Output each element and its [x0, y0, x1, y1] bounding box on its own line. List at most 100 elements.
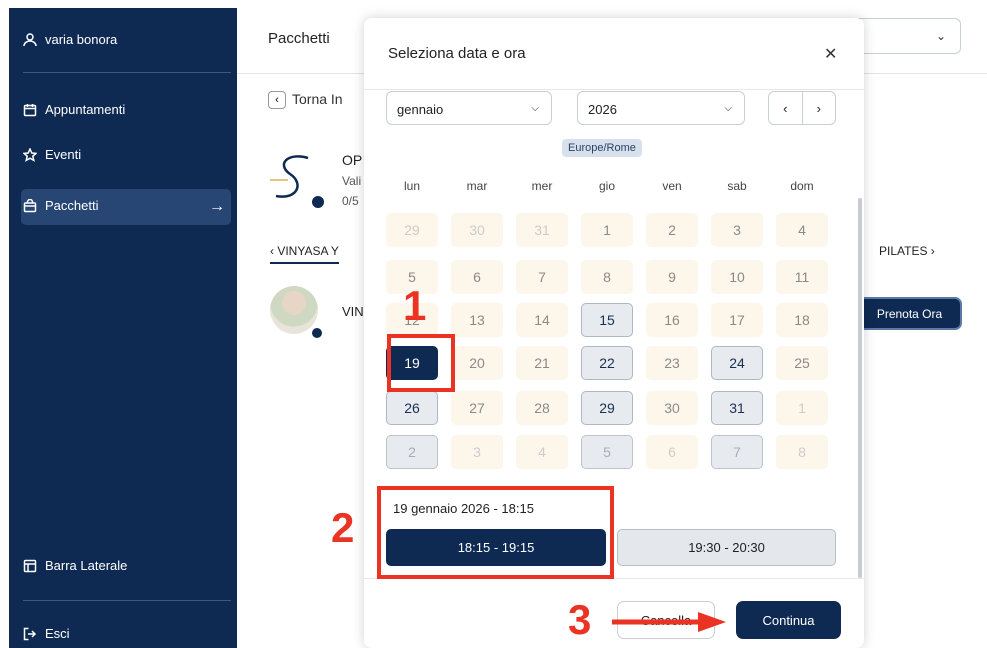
calendar-day[interactable]: 7: [711, 435, 763, 469]
calendar-day: 28: [516, 391, 568, 425]
page-title: Pacchetti: [268, 30, 330, 47]
arrow-right-icon: →: [209, 198, 225, 215]
calendar-day: 30: [451, 213, 503, 247]
calendar-day: 4: [776, 213, 828, 247]
sidebar-item-label: Appuntamenti: [45, 102, 126, 117]
prev-month-button[interactable]: ‹: [769, 92, 802, 124]
logout-button[interactable]: Esci: [23, 626, 70, 641]
month-select[interactable]: gennaio ⌵: [386, 91, 552, 125]
time-slot[interactable]: 19:30 - 20:30: [617, 529, 836, 566]
user-icon: [23, 32, 37, 46]
tab-label: VINYASA Y: [277, 244, 339, 258]
calendar-day: 1: [581, 213, 633, 247]
calendar-day: 11: [776, 260, 828, 294]
calendar-day[interactable]: 24: [711, 346, 763, 380]
sidebar-item-eventi[interactable]: Eventi: [23, 147, 81, 162]
tab-label: PILATES: [879, 244, 928, 258]
calendar-day[interactable]: 29: [581, 391, 633, 425]
calendar-day: 10: [711, 260, 763, 294]
sidebar-divider: [23, 600, 231, 601]
sidebar-toggle[interactable]: Barra Laterale: [23, 558, 127, 573]
calendar-day: 31: [516, 213, 568, 247]
chevron-right-icon: ›: [816, 100, 821, 116]
calendar-day: 8: [776, 435, 828, 469]
class-name: VIN: [342, 304, 364, 319]
continue-button[interactable]: Continua: [736, 601, 841, 639]
calendar-day[interactable]: 26: [386, 391, 438, 425]
calendar-day: 13: [451, 303, 503, 337]
tab-pilates[interactable]: PILATES ›: [879, 244, 935, 258]
weekday-label: mer: [531, 179, 553, 193]
tab-vinyasa[interactable]: ‹ VINYASA Y: [270, 244, 339, 264]
scrollbar[interactable]: [858, 198, 862, 578]
calendar-day[interactable]: 22: [581, 346, 633, 380]
user-name: varia bonora: [45, 32, 118, 47]
package-count: 0/5: [342, 194, 359, 208]
calendar-day: 3: [451, 435, 503, 469]
package-validity: Vali: [342, 174, 362, 188]
chevron-down-icon: ⌵: [724, 103, 732, 114]
calendar-day[interactable]: 5: [581, 435, 633, 469]
sidebar-item-appuntamenti[interactable]: Appuntamenti: [23, 102, 125, 117]
year-value: 2026: [588, 102, 617, 117]
weekday-label: lun: [403, 179, 420, 193]
calendar-day: 18: [776, 303, 828, 337]
calendar-icon: [23, 103, 37, 116]
logout-label: Esci: [45, 626, 70, 641]
calendar-day: 2: [646, 213, 698, 247]
annotation-arrow-icon: [612, 612, 726, 632]
chevron-down-icon: ⌄: [935, 29, 946, 43]
package-logo-icon: [270, 155, 324, 208]
calendar-day[interactable]: 15: [581, 303, 633, 337]
annotation-number: 2: [331, 504, 355, 551]
calendar-day: 29: [386, 213, 438, 247]
calendar-day: 6: [451, 260, 503, 294]
back-link[interactable]: Torna In: [292, 91, 343, 107]
calendar-day: 30: [646, 391, 698, 425]
calendar-day: 14: [516, 303, 568, 337]
back-button[interactable]: ‹: [268, 91, 286, 109]
logout-icon: [23, 627, 37, 640]
sidebar-divider: [23, 72, 231, 73]
class-avatar: [270, 286, 318, 334]
user-menu[interactable]: varia bonora: [23, 32, 117, 47]
close-icon[interactable]: ✕: [824, 44, 837, 64]
calendar-day: 25: [776, 346, 828, 380]
sidebar: varia bonora Appuntamenti Eventi Pacchet…: [9, 8, 237, 648]
weekday-label: mar: [466, 179, 488, 193]
annotation-number: 3: [568, 596, 592, 643]
calendar-day: 17: [711, 303, 763, 337]
sidebar-item-label: Pacchetti: [45, 198, 99, 213]
sidebar-item-pacchetti[interactable]: Pacchetti: [23, 198, 98, 213]
weekday-label: ven: [662, 179, 682, 193]
calendar-day[interactable]: 31: [711, 391, 763, 425]
annotation-box-1: [387, 334, 455, 392]
modal-title: Seleziona data e ora: [388, 45, 526, 62]
calendar-day: 6: [646, 435, 698, 469]
calendar-day: 7: [516, 260, 568, 294]
status-dot: [310, 326, 324, 340]
annotation-number: 1: [403, 282, 427, 329]
year-select[interactable]: 2026 ⌵: [577, 91, 745, 125]
sidebar-icon: [23, 559, 37, 572]
calendar-day: 3: [711, 213, 763, 247]
timezone-badge: Europe/Rome: [562, 139, 642, 157]
sidebar-toggle-label: Barra Laterale: [45, 558, 128, 573]
chevron-down-icon: ⌵: [531, 103, 539, 114]
month-nav: ‹ ›: [768, 91, 836, 125]
calendar-day: 9: [646, 260, 698, 294]
calendar-day: 20: [451, 346, 503, 380]
book-now-button[interactable]: Prenota Ora: [857, 297, 962, 330]
chevron-left-icon: ‹: [783, 100, 788, 116]
calendar-day: 16: [646, 303, 698, 337]
next-month-button[interactable]: ›: [801, 92, 836, 124]
weekday-label: sab: [727, 179, 747, 193]
star-icon: [23, 147, 37, 162]
calendar-day[interactable]: 2: [386, 435, 438, 469]
package-title: OP: [342, 152, 363, 168]
weekday-label: gio: [598, 179, 615, 193]
calendar-day: 21: [516, 346, 568, 380]
weekday-label: dom: [790, 179, 814, 193]
bag-icon: [23, 198, 37, 212]
calendar-day: 23: [646, 346, 698, 380]
